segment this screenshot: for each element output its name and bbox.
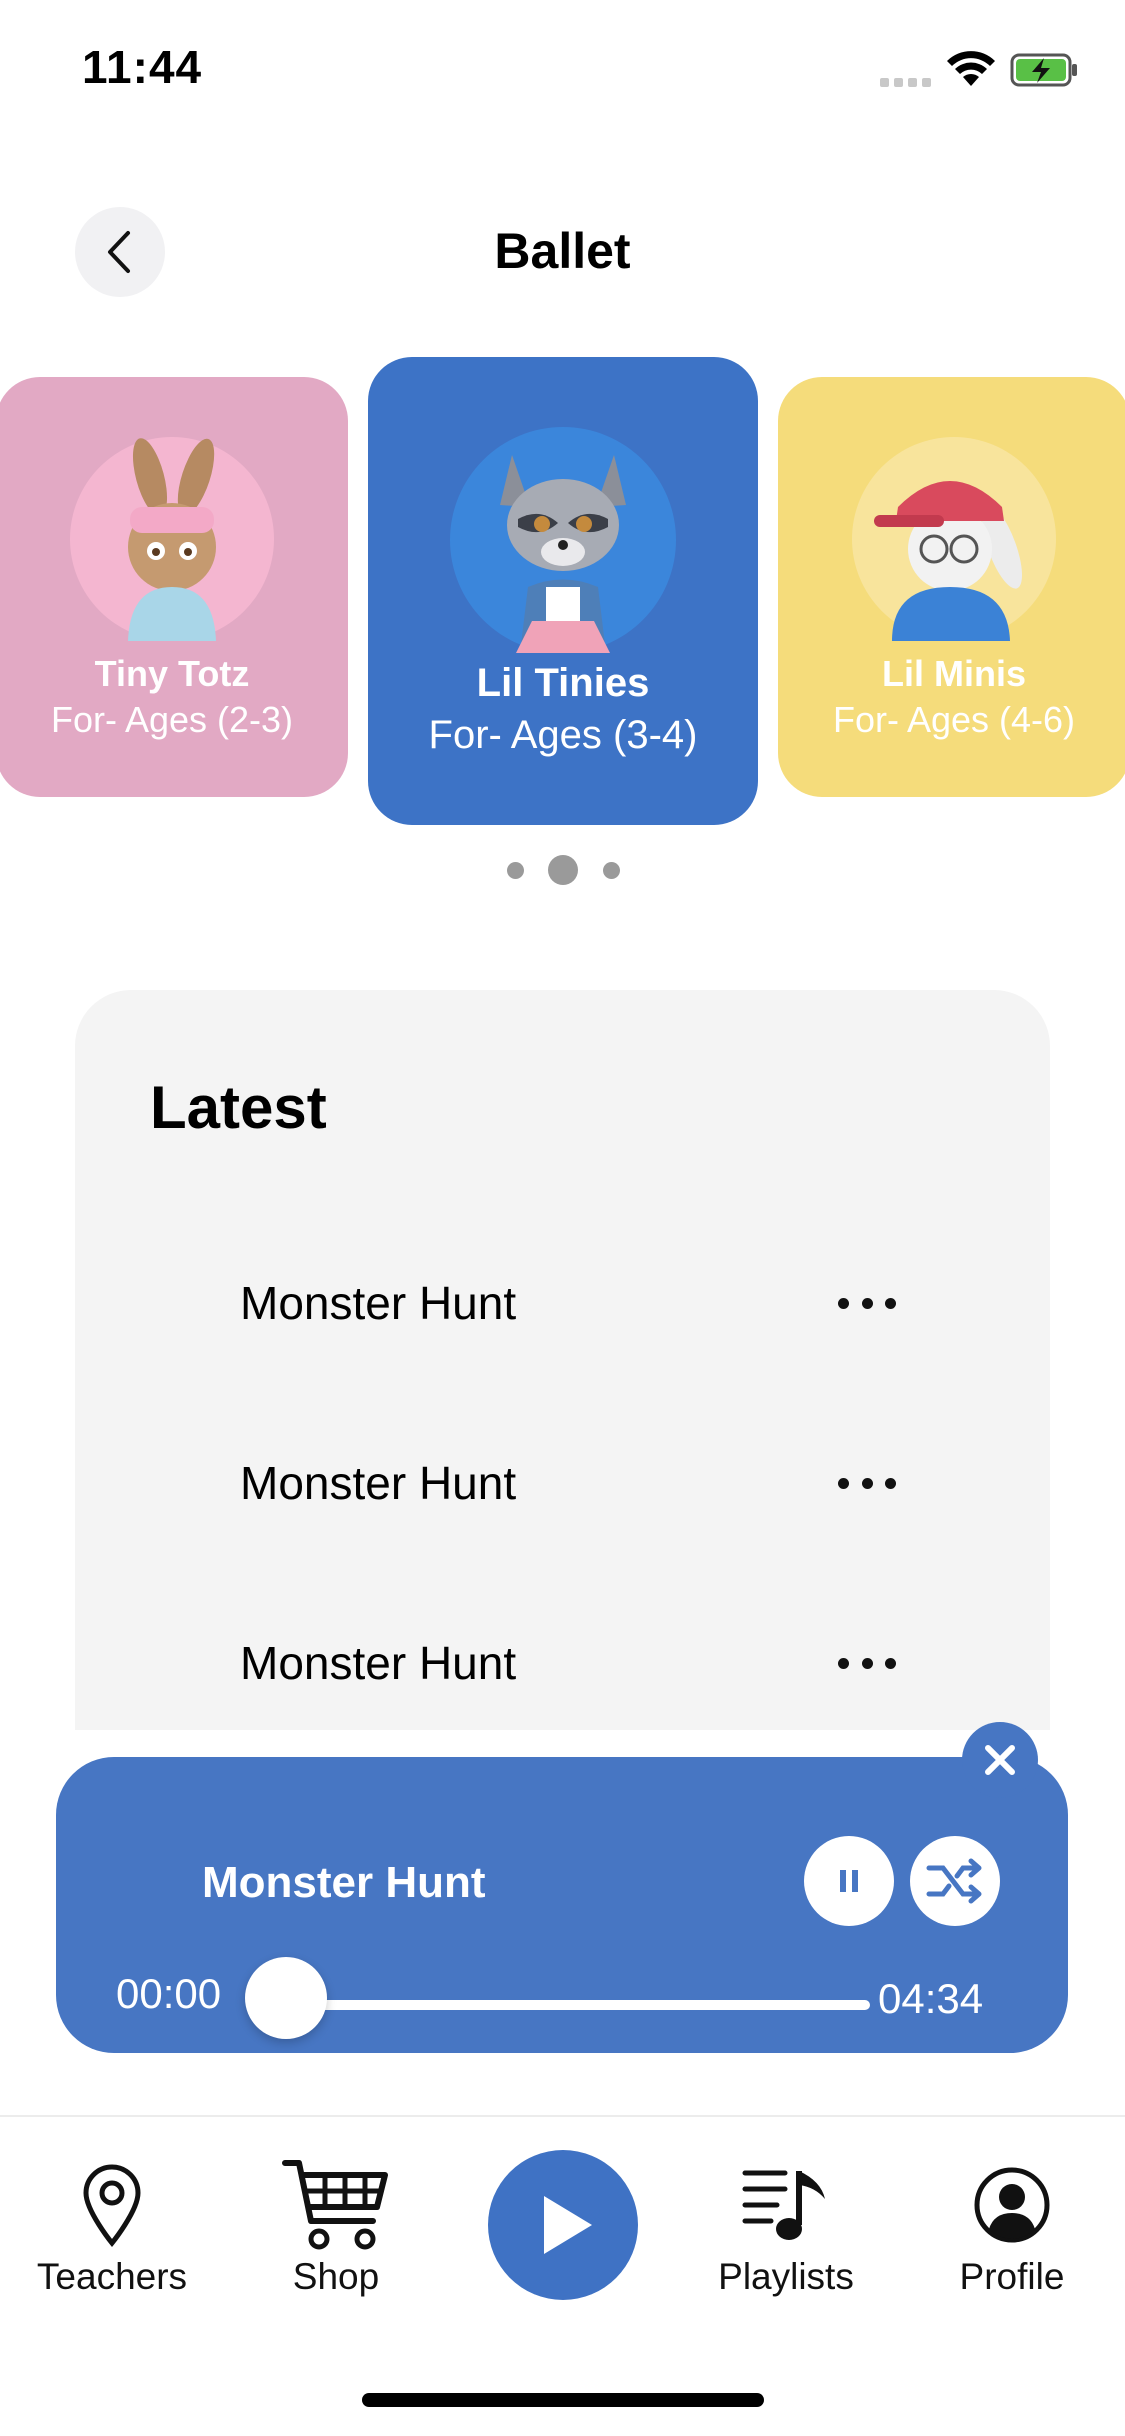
main-play-button[interactable] bbox=[488, 2150, 638, 2300]
pager-dot[interactable] bbox=[603, 862, 620, 879]
cart-icon bbox=[246, 2160, 426, 2250]
pager-dot-active[interactable] bbox=[548, 855, 578, 885]
home-indicator bbox=[362, 2393, 764, 2407]
profile-icon bbox=[922, 2160, 1102, 2250]
map-pin-icon bbox=[22, 2160, 202, 2250]
now-playing-title: Monster Hunt bbox=[202, 1858, 486, 1907]
close-player-button[interactable] bbox=[962, 1722, 1038, 1798]
more-options-icon[interactable] bbox=[838, 1298, 896, 1312]
card-title: Lil Minis bbox=[882, 653, 1026, 694]
tab-bar-divider bbox=[0, 2115, 1125, 2117]
more-options-icon[interactable] bbox=[838, 1478, 896, 1492]
card-subtitle: For- Ages (2-3) bbox=[50, 699, 294, 740]
tab-teachers[interactable]: Teachers bbox=[22, 2160, 202, 2298]
shuffle-button[interactable] bbox=[910, 1836, 1000, 1926]
tab-label: Playlists bbox=[718, 2256, 854, 2297]
raccoon-avatar bbox=[450, 427, 676, 653]
shuffle-icon bbox=[926, 1858, 982, 1904]
pause-icon bbox=[840, 1870, 858, 1892]
section-title: Latest bbox=[150, 1074, 327, 1141]
card-title: Lil Tinies bbox=[476, 661, 650, 705]
tab-label: Profile bbox=[959, 2256, 1065, 2297]
bunny-avatar bbox=[70, 437, 274, 641]
track-title[interactable]: Monster Hunt bbox=[240, 1636, 516, 1690]
wifi-icon bbox=[945, 48, 997, 88]
tab-label: Teachers bbox=[36, 2256, 188, 2297]
track-title[interactable]: Monster Hunt bbox=[240, 1456, 516, 1510]
play-icon bbox=[544, 2196, 592, 2254]
age-card-tiny-totz[interactable]: Tiny Totz For- Ages (2-3) bbox=[0, 377, 348, 797]
age-card-lil-tinies[interactable]: Lil Tinies For- Ages (3-4) bbox=[368, 357, 758, 825]
page-title: Ballet bbox=[494, 223, 631, 279]
card-subtitle: For- Ages (4-6) bbox=[832, 699, 1076, 740]
close-icon bbox=[985, 1745, 1015, 1775]
tab-playlists[interactable]: Playlists bbox=[696, 2160, 876, 2298]
card-subtitle: For- Ages (3-4) bbox=[428, 713, 698, 757]
playlist-icon bbox=[696, 2160, 876, 2250]
progress-track[interactable] bbox=[285, 2000, 870, 2010]
pause-button[interactable] bbox=[804, 1836, 894, 1926]
progress-slider-thumb[interactable] bbox=[245, 1957, 327, 2039]
more-options-icon[interactable] bbox=[838, 1658, 896, 1672]
cellular-signal-icon bbox=[880, 74, 936, 87]
battery-icon bbox=[1010, 53, 1080, 87]
status-time: 11:44 bbox=[82, 41, 203, 93]
age-card-lil-minis[interactable]: Lil Minis For- Ages (4-6) bbox=[778, 377, 1125, 797]
bunny-cap-avatar bbox=[852, 437, 1056, 641]
total-time: 04:34 bbox=[878, 1975, 984, 2022]
tab-shop[interactable]: Shop bbox=[246, 2160, 426, 2298]
card-title: Tiny Totz bbox=[94, 653, 250, 694]
tab-profile[interactable]: Profile bbox=[922, 2160, 1102, 2298]
pager-dot[interactable] bbox=[507, 862, 524, 879]
tab-label: Shop bbox=[292, 2256, 380, 2297]
elapsed-time: 00:00 bbox=[116, 1970, 222, 2017]
track-title[interactable]: Monster Hunt bbox=[240, 1276, 516, 1330]
